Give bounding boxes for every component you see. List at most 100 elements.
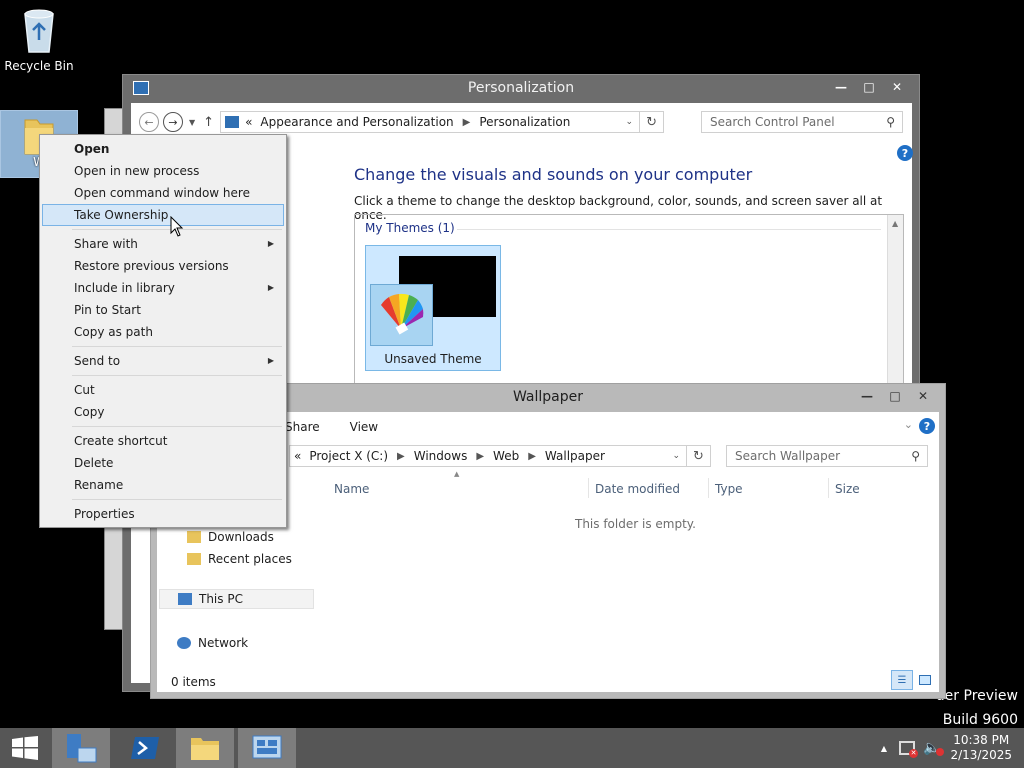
- theme-tile-unsaved[interactable]: Unsaved Theme: [365, 245, 501, 371]
- breadcrumb-separator-icon: ▶: [476, 450, 485, 462]
- page-heading: Change the visuals and sounds on your co…: [354, 165, 753, 184]
- breadcrumb-personalization[interactable]: Personalization: [479, 115, 570, 129]
- menu-separator: [72, 426, 282, 427]
- clock-time: 10:38 PM: [953, 733, 1010, 747]
- explorer-help-icon[interactable]: ?: [919, 418, 935, 434]
- refresh-button[interactable]: ↻: [640, 111, 665, 133]
- breadcrumb-wallpaper[interactable]: Wallpaper: [545, 449, 605, 463]
- computer-icon: [178, 593, 192, 605]
- large-icons-view-icon: [919, 675, 931, 685]
- explorer-search-placeholder: Search Wallpaper: [735, 449, 841, 463]
- large-icons-view-button[interactable]: [915, 670, 935, 690]
- menu-item-pin-to-start[interactable]: Pin to Start: [42, 299, 284, 321]
- column-header-type[interactable]: Type: [715, 482, 743, 496]
- taskbar-file-explorer[interactable]: [176, 728, 234, 768]
- status-bar-text: 0 items: [171, 675, 216, 689]
- downloads-folder-icon: [187, 531, 201, 543]
- explorer-close-button[interactable]: ✕: [909, 386, 937, 406]
- menu-item-share-with[interactable]: Share with ▶: [42, 233, 284, 255]
- explorer-refresh-button[interactable]: ↻: [687, 445, 711, 467]
- address-dropdown-icon[interactable]: ⌄: [626, 117, 634, 127]
- theme-color-preview: [370, 284, 433, 346]
- menu-item-include-in-library[interactable]: Include in library ▶: [42, 277, 284, 299]
- context-menu: Open Open in new process Open command wi…: [39, 134, 287, 528]
- explorer-minimize-button[interactable]: —: [853, 386, 881, 406]
- recycle-bin-desktop-icon[interactable]: Recycle Bin: [1, 6, 77, 73]
- up-arrow-icon[interactable]: ↑: [203, 115, 214, 130]
- explorer-address-dropdown-icon[interactable]: ⌄: [672, 451, 680, 461]
- menu-item-create-shortcut[interactable]: Create shortcut: [42, 430, 284, 452]
- menu-item-open-new-process[interactable]: Open in new process: [42, 160, 284, 182]
- search-placeholder: Search Control Panel: [710, 115, 835, 129]
- themes-scrollbar[interactable]: ▲: [887, 215, 903, 393]
- nav-network[interactable]: Network: [177, 636, 248, 650]
- menu-item-open-command-window[interactable]: Open command window here: [42, 182, 284, 204]
- my-themes-header: My Themes (1): [365, 221, 455, 235]
- start-button[interactable]: [0, 728, 50, 768]
- ribbon-tabs: Share View: [285, 420, 378, 434]
- submenu-arrow-icon: ▶: [267, 239, 274, 248]
- breadcrumb-separator-icon: ▶: [528, 450, 536, 462]
- sort-up-arrow-icon: ▲: [454, 470, 460, 478]
- menu-item-copy[interactable]: Copy: [42, 401, 284, 423]
- breadcrumb-overflow[interactable]: «: [245, 115, 252, 129]
- breadcrumb-separator-icon: ▶: [397, 450, 405, 462]
- themes-list[interactable]: My Themes (1) Unsaved Theme ▲: [354, 214, 904, 394]
- scroll-up-arrow-icon[interactable]: ▲: [892, 219, 898, 228]
- menu-item-restore-previous-versions[interactable]: Restore previous versions: [42, 255, 284, 277]
- taskbar-control-panel[interactable]: [238, 728, 296, 768]
- speaker-muted-icon[interactable]: 🔈: [923, 740, 945, 756]
- breadcrumb-web[interactable]: Web: [493, 449, 519, 463]
- network-status-icon[interactable]: ✕: [899, 741, 919, 758]
- menu-item-open[interactable]: Open: [42, 138, 284, 160]
- personalization-address-bar[interactable]: « Appearance and Personalization ▶ Perso…: [220, 111, 641, 133]
- breadcrumb-drive[interactable]: Project X (C:): [309, 449, 388, 463]
- menu-item-copy-as-path[interactable]: Copy as path: [42, 321, 284, 343]
- breadcrumb-separator-icon: ▶: [462, 116, 471, 128]
- search-control-panel-input[interactable]: Search Control Panel ⚲: [701, 111, 903, 133]
- minimize-button[interactable]: —: [827, 77, 855, 97]
- breadcrumb-appearance[interactable]: Appearance and Personalization: [260, 115, 453, 129]
- menu-item-cut[interactable]: Cut: [42, 379, 284, 401]
- windows-logo-icon: [12, 736, 38, 760]
- menu-item-take-ownership[interactable]: Take Ownership: [42, 204, 284, 226]
- share-with-label: Share with: [74, 237, 138, 251]
- server-manager-icon: [67, 734, 97, 763]
- taskbar-clock[interactable]: 10:38 PM 2/13/2025: [950, 733, 1012, 763]
- menu-item-delete[interactable]: Delete: [42, 452, 284, 474]
- recent-pages-chevron-icon[interactable]: ▼: [189, 118, 195, 127]
- nav-downloads[interactable]: Downloads: [187, 530, 274, 544]
- column-header-name[interactable]: Name: [334, 482, 369, 496]
- taskbar-powershell[interactable]: [116, 728, 174, 768]
- explorer-address-bar[interactable]: « Project X (C:) ▶ Windows ▶ Web ▶ Wallp…: [289, 445, 687, 467]
- column-header-date[interactable]: Date modified: [595, 482, 680, 496]
- personalization-titlebar[interactable]: Personalization — □ ✕: [123, 75, 919, 103]
- breadcrumb-windows[interactable]: Windows: [414, 449, 468, 463]
- nav-this-pc[interactable]: This PC: [159, 589, 314, 609]
- back-button[interactable]: ←: [139, 112, 159, 132]
- search-wallpaper-input[interactable]: Search Wallpaper ⚲: [726, 445, 928, 467]
- ribbon-expand-chevron-icon[interactable]: ⌄: [904, 418, 913, 431]
- close-button[interactable]: ✕: [883, 77, 911, 97]
- menu-item-properties[interactable]: Properties: [42, 503, 284, 525]
- submenu-arrow-icon: ▶: [267, 283, 274, 292]
- clock-date: 2/13/2025: [950, 748, 1012, 762]
- explorer-maximize-button[interactable]: □: [881, 386, 909, 406]
- nav-recent-places[interactable]: Recent places: [187, 552, 292, 566]
- taskbar-server-manager[interactable]: [52, 728, 110, 768]
- explorer-breadcrumb-overflow[interactable]: «: [294, 449, 301, 463]
- ribbon-tab-share[interactable]: Share: [285, 420, 320, 434]
- help-icon[interactable]: ?: [897, 145, 913, 161]
- forward-button[interactable]: →: [163, 112, 183, 132]
- nav-network-label: Network: [198, 636, 249, 650]
- column-header-size[interactable]: Size: [835, 482, 860, 496]
- menu-separator: [72, 499, 282, 500]
- details-view-button[interactable]: ☰: [891, 670, 913, 690]
- ribbon-tab-view[interactable]: View: [350, 420, 378, 434]
- maximize-button[interactable]: □: [855, 77, 883, 97]
- menu-item-send-to[interactable]: Send to ▶: [42, 350, 284, 372]
- column-divider: [588, 478, 589, 498]
- menu-item-rename[interactable]: Rename: [42, 474, 284, 496]
- show-hidden-icons-icon[interactable]: ▲: [881, 744, 887, 753]
- nav-downloads-label: Downloads: [208, 530, 274, 544]
